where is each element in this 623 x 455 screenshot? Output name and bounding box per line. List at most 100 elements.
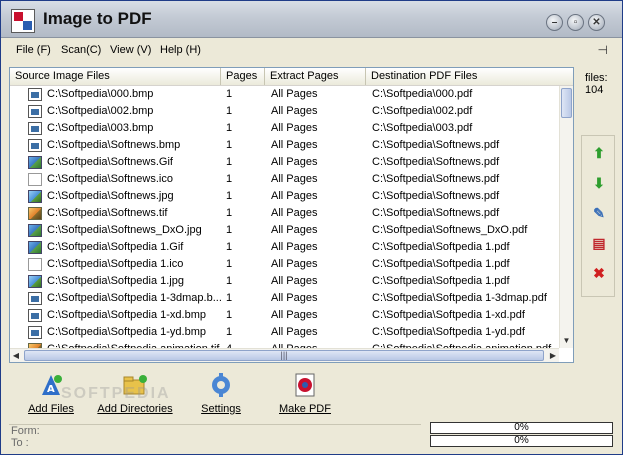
table-row[interactable]: C:\Softpedia\002.bmp 1 All Pages C:\Softped… xyxy=(10,103,559,120)
table-row[interactable]: C:\Softpedia\Softpedia 1-xd.bmp 1 All Page… xyxy=(10,307,559,324)
app-logo-icon xyxy=(11,9,35,33)
move-up-button[interactable]: ⬆ xyxy=(590,144,608,162)
pin-icon[interactable]: ⊣ xyxy=(598,43,608,57)
column-extract[interactable]: Extract Pages xyxy=(265,68,366,85)
file-list[interactable]: Source Image Files Pages Extract Pages D… xyxy=(9,67,574,363)
destination-file-cell: C:\Softpedia\Softpedia 1-3dmap.pdf xyxy=(372,292,547,304)
pages-cell: 1 xyxy=(226,241,233,253)
table-row[interactable]: C:\Softpedia\Softpedia 1.jpg 1 All Pages C:… xyxy=(10,273,559,290)
close-button[interactable]: ✕ xyxy=(588,14,605,31)
menu-help[interactable]: Help (H) xyxy=(160,44,201,56)
source-file-cell: C:\Softpedia\000.bmp xyxy=(47,88,154,100)
table-row[interactable]: C:\Softpedia\Softnews.bmp 1 All Pages C:\So… xyxy=(10,137,559,154)
remove-button[interactable]: ✖ xyxy=(590,264,608,282)
table-row[interactable]: C:\Softpedia\Softnews.jpg 1 All Pages C:\So… xyxy=(10,188,559,205)
edit-button[interactable]: ✎ xyxy=(590,204,608,222)
file-bmp-icon xyxy=(28,88,42,101)
file-jpg-icon xyxy=(28,190,42,203)
arrow-up-icon: ⬆ xyxy=(593,145,605,161)
table-row[interactable]: C:\Softpedia\000.bmp 1 All Pages C:\Softped… xyxy=(10,86,559,103)
main-toolbar: A Add Files Add Directories Settings Mak… xyxy=(9,371,349,421)
pages-cell: 1 xyxy=(226,173,233,185)
destination-file-cell: C:\Softpedia\Softpedia 1-yd.pdf xyxy=(372,326,525,338)
menu-scan[interactable]: Scan(C) xyxy=(61,44,101,56)
settings-label: Settings xyxy=(201,403,241,415)
files-count: files: 104 xyxy=(585,72,608,96)
horizontal-scroll-thumb[interactable]: ||| xyxy=(24,350,544,361)
delete-list-button[interactable]: ▤ xyxy=(590,234,608,252)
table-row[interactable]: C:\Softpedia\Softpedia 1-yd.bmp 1 All Page… xyxy=(10,324,559,341)
file-img-icon xyxy=(28,224,42,237)
file-img-icon xyxy=(28,241,42,254)
column-destination[interactable]: Destination PDF Files xyxy=(366,68,573,85)
file-bmp-icon xyxy=(28,122,42,135)
scroll-right-icon[interactable]: ▶ xyxy=(547,349,559,362)
source-file-cell: C:\Softpedia\Softpedia animation.tif xyxy=(47,341,223,348)
pages-cell: 1 xyxy=(226,105,233,117)
vertical-scrollbar[interactable]: ▼ xyxy=(559,86,573,348)
horizontal-scrollbar[interactable]: ◀ ||| ▶ xyxy=(10,348,559,362)
source-file-cell: C:\Softpedia\Softpedia 1.ico xyxy=(47,258,184,270)
pages-cell: 1 xyxy=(226,190,233,202)
source-file-cell: C:\Softpedia\Softnews.tif xyxy=(47,207,168,219)
extract-pages-cell: All Pages xyxy=(271,105,318,117)
form-label: Form: xyxy=(11,425,40,437)
file-jpg-icon xyxy=(28,275,42,288)
extract-pages-cell: All Pages xyxy=(271,156,318,168)
source-file-cell: C:\Softpedia\Softnews_DxO.jpg xyxy=(47,224,202,236)
destination-file-cell: C:\Softpedia\Softnews.pdf xyxy=(372,190,500,202)
make-pdf-button[interactable]: Make PDF xyxy=(277,373,333,415)
table-row[interactable]: C:\Softpedia\Softnews.ico 1 All Pages C:\So… xyxy=(10,171,559,188)
file-bmp-icon xyxy=(28,139,42,152)
svg-text:A: A xyxy=(47,384,55,395)
destination-file-cell: C:\Softpedia\Softpedia 1-xd.pdf xyxy=(372,309,525,321)
extract-pages-cell: All Pages xyxy=(271,292,318,304)
file-bmp-icon xyxy=(28,292,42,305)
minimize-button[interactable]: – xyxy=(546,14,563,31)
destination-file-cell: C:\Softpedia\Softpedia animation.pdf xyxy=(372,341,559,348)
extract-pages-cell: All Pages xyxy=(271,309,318,321)
table-row[interactable]: C:\Softpedia\Softpedia 1.ico 1 All Pages C:… xyxy=(10,256,559,273)
source-file-cell: C:\Softpedia\Softpedia 1-yd.bmp xyxy=(47,326,206,338)
destination-file-cell: C:\Softpedia\Softnews_DxO.pdf xyxy=(372,224,528,236)
add-directories-label: Add Directories xyxy=(97,403,173,415)
pages-cell: 4 xyxy=(226,341,266,348)
table-row[interactable]: C:\Softpedia\Softnews.Gif 1 All Pages C:\So… xyxy=(10,154,559,171)
table-row[interactable]: C:\Softpedia\Softpedia animation.tif4 All… xyxy=(10,341,559,348)
settings-icon xyxy=(208,373,234,397)
settings-button[interactable]: Settings xyxy=(199,373,243,415)
table-row[interactable]: C:\Softpedia\Softnews_DxO.jpg 1 All Pages C… xyxy=(10,222,559,239)
extract-pages-cell: All Pages xyxy=(271,224,318,236)
remove-icon: ✖ xyxy=(593,265,605,281)
move-down-button[interactable]: ⬇ xyxy=(590,174,608,192)
to-label: To : xyxy=(11,437,29,449)
minimize-icon: – xyxy=(551,17,558,28)
destination-file-cell: C:\Softpedia\Softnews.pdf xyxy=(372,156,500,168)
source-file-cell: C:\Softpedia\003.bmp xyxy=(47,122,154,134)
scroll-left-icon[interactable]: ◀ xyxy=(10,349,22,362)
file-bmp-icon xyxy=(28,105,42,118)
progress-bar-form: 0% xyxy=(430,422,613,434)
source-file-cell: C:\Softpedia\002.bmp xyxy=(47,105,154,117)
source-file-cell: C:\Softpedia\Softnews.ico xyxy=(47,173,173,185)
scroll-down-icon[interactable]: ▼ xyxy=(560,336,573,348)
source-file-cell: C:\Softpedia\Softpedia 1.jpg xyxy=(47,275,184,287)
table-row[interactable]: C:\Softpedia\Softpedia 1-3dmap.b... 1 All … xyxy=(10,290,559,307)
column-pages[interactable]: Pages xyxy=(221,68,265,85)
menu-file[interactable]: File (F) xyxy=(16,44,51,56)
app-window: Image to PDF – ▫ ✕ File (F) Scan(C) View… xyxy=(0,0,623,455)
column-source[interactable]: Source Image Files xyxy=(10,68,221,85)
files-label: files: xyxy=(585,72,608,84)
table-row[interactable]: C:\Softpedia\Softnews.tif 1 All Pages C:\So… xyxy=(10,205,559,222)
extract-pages-cell: All Pages xyxy=(271,173,318,185)
menu-view[interactable]: View (V) xyxy=(110,44,151,56)
destination-file-cell: C:\Softpedia\000.pdf xyxy=(372,88,473,100)
pages-cell: 1 xyxy=(226,309,233,321)
vertical-scroll-thumb[interactable] xyxy=(561,88,572,118)
file-bmp-icon xyxy=(28,326,42,339)
table-row[interactable]: C:\Softpedia\Softpedia 1.Gif 1 All Pages C:… xyxy=(10,239,559,256)
pages-cell: 1 xyxy=(226,224,233,236)
title-bar[interactable]: Image to PDF – ▫ ✕ xyxy=(1,1,622,38)
table-row[interactable]: C:\Softpedia\003.bmp 1 All Pages C:\Softped… xyxy=(10,120,559,137)
maximize-button[interactable]: ▫ xyxy=(567,14,584,31)
